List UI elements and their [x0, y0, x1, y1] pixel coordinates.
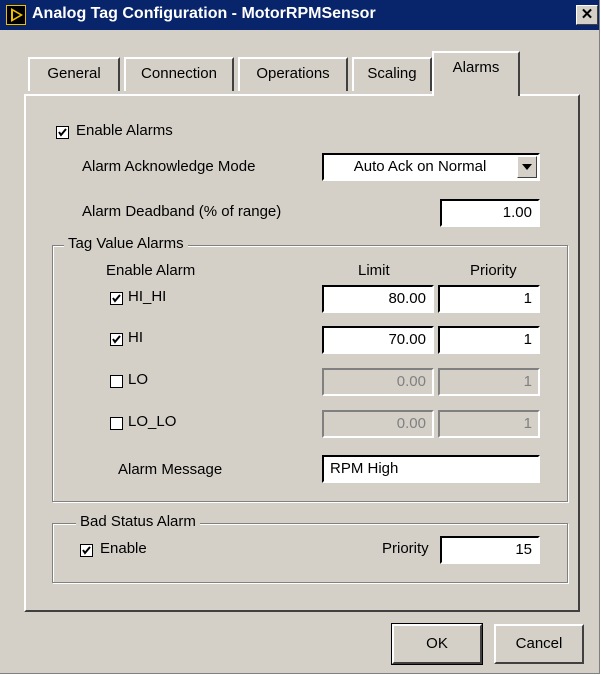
- lolo-label: LO_LO: [128, 413, 177, 430]
- tab-connection[interactable]: Connection: [124, 57, 234, 91]
- bad-status-priority-value: 15: [515, 541, 532, 558]
- check-mark-icon: [82, 546, 91, 555]
- tab-scaling[interactable]: Scaling: [352, 57, 432, 91]
- hihi-limit-value: 80.00: [388, 290, 426, 307]
- ack-mode-dropdown[interactable]: Auto Ack on Normal: [322, 153, 540, 181]
- close-icon: ✕: [580, 6, 594, 23]
- tab-label: General: [47, 65, 101, 82]
- deadband-label: Alarm Deadband (% of range): [82, 203, 282, 220]
- bad-status-enable-label: Enable: [100, 540, 147, 557]
- lolo-limit-value: 0.00: [396, 415, 426, 432]
- lo-priority-input: 1: [438, 368, 540, 396]
- tab-label: Operations: [256, 65, 330, 82]
- triangle-down-icon: [522, 164, 532, 170]
- check-mark-icon: [112, 294, 121, 303]
- lo-label: LO: [128, 371, 149, 388]
- ok-label: OK: [426, 635, 448, 652]
- ack-mode-label: Alarm Acknowledge Mode: [82, 158, 256, 175]
- hi-limit-value: 70.00: [388, 331, 426, 348]
- window-title: Analog Tag Configuration - MotorRPMSenso…: [32, 5, 376, 22]
- dropdown-arrow[interactable]: [517, 156, 537, 178]
- tab-label: Alarms: [452, 59, 500, 76]
- tab-general[interactable]: General: [28, 57, 120, 91]
- hihi-limit-input[interactable]: 80.00: [322, 285, 434, 313]
- tab-alarms[interactable]: Alarms: [432, 51, 520, 96]
- deadband-value: 1.00: [502, 204, 532, 221]
- enable-alarms-label: Enable Alarms: [76, 122, 173, 139]
- lo-checkbox[interactable]: [110, 375, 123, 388]
- hi-limit-input[interactable]: 70.00: [322, 326, 434, 354]
- alarm-message-input[interactable]: RPM High: [322, 455, 540, 483]
- lo-limit-input: 0.00: [322, 368, 434, 396]
- tab-label: Connection: [141, 65, 217, 82]
- lo-priority-value: 1: [523, 373, 532, 390]
- cancel-button[interactable]: Cancel: [494, 624, 584, 664]
- hi-priority-input[interactable]: 1: [438, 326, 540, 354]
- title-bar[interactable]: Analog Tag Configuration - MotorRPMSenso…: [0, 0, 599, 30]
- lolo-checkbox[interactable]: [110, 417, 123, 430]
- dialog-window: Analog Tag Configuration - MotorRPMSenso…: [0, 0, 600, 674]
- hihi-priority-input[interactable]: 1: [438, 285, 540, 313]
- tag-value-alarms-title: Tag Value Alarms: [64, 235, 188, 252]
- app-icon: [6, 5, 26, 25]
- lo-limit-value: 0.00: [396, 373, 426, 390]
- close-button[interactable]: ✕: [576, 5, 598, 25]
- hihi-priority-value: 1: [523, 290, 532, 307]
- lolo-priority-value: 1: [523, 415, 532, 432]
- bad-status-enable-checkbox[interactable]: [80, 544, 93, 557]
- lolo-priority-input: 1: [438, 410, 540, 438]
- alarm-message-value: RPM High: [330, 460, 399, 477]
- hi-priority-value: 1: [523, 331, 532, 348]
- bad-status-priority-label: Priority: [382, 540, 429, 557]
- lolo-limit-input: 0.00: [322, 410, 434, 438]
- deadband-input[interactable]: 1.00: [440, 199, 540, 227]
- hihi-label: HI_HI: [128, 288, 167, 305]
- alarm-message-label: Alarm Message: [118, 461, 223, 478]
- hihi-checkbox[interactable]: [110, 292, 123, 305]
- col-priority: Priority: [470, 262, 517, 279]
- col-enable-alarm: Enable Alarm: [106, 262, 196, 279]
- check-mark-icon: [112, 335, 121, 344]
- ok-button[interactable]: OK: [391, 623, 483, 665]
- hi-checkbox[interactable]: [110, 333, 123, 346]
- cancel-label: Cancel: [515, 635, 563, 652]
- tab-label: Scaling: [367, 65, 417, 82]
- bad-status-priority-input[interactable]: 15: [440, 536, 540, 564]
- col-limit: Limit: [358, 262, 390, 279]
- hi-label: HI: [128, 329, 143, 346]
- ack-mode-value: Auto Ack on Normal: [353, 158, 487, 175]
- tab-operations[interactable]: Operations: [238, 57, 348, 91]
- bad-status-title: Bad Status Alarm: [76, 513, 200, 530]
